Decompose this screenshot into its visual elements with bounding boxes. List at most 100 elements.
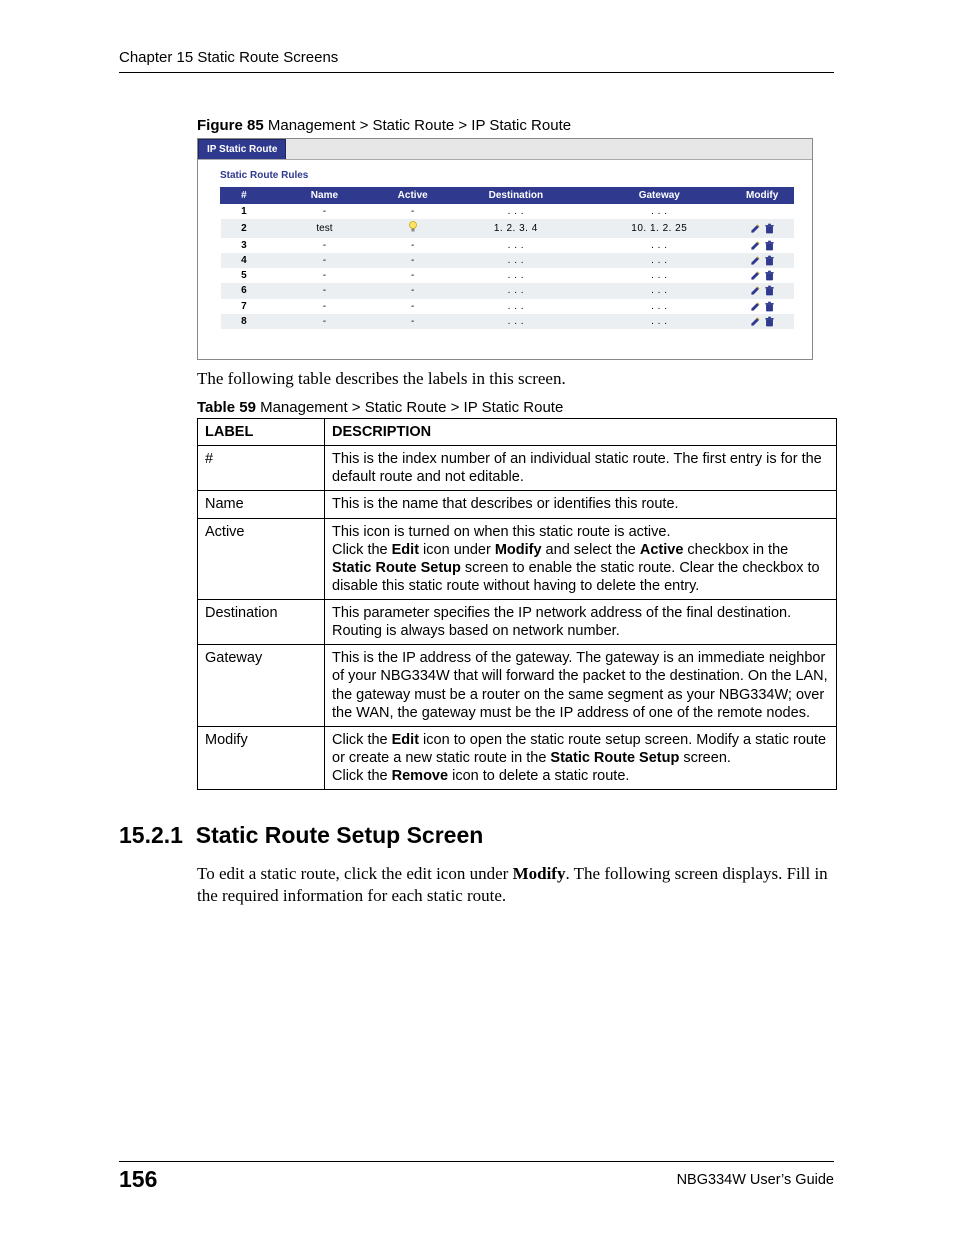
- edit-icon[interactable]: [750, 223, 761, 234]
- section-heading: 15.2.1 Static Route Setup Screen: [119, 822, 834, 849]
- cell-name: -: [267, 268, 381, 283]
- desc-description: This is the index number of an individua…: [325, 446, 837, 491]
- edit-icon[interactable]: [750, 286, 761, 297]
- desc-description: This icon is turned on when this static …: [325, 518, 837, 600]
- cell-modify: [731, 283, 794, 298]
- trash-icon[interactable]: [764, 223, 775, 234]
- guide-name: NBG334W User’s Guide: [677, 1172, 834, 1188]
- cell-gateway: . . .: [588, 268, 731, 283]
- edit-icon[interactable]: [750, 301, 761, 312]
- tab-ip-static-route[interactable]: IP Static Route: [198, 139, 286, 159]
- cell-gateway: . . .: [588, 238, 731, 253]
- cell-modify: [731, 238, 794, 253]
- page-number: 156: [119, 1166, 157, 1193]
- cell-name: -: [267, 204, 381, 220]
- desc-row: ModifyClick the Edit icon to open the st…: [198, 726, 837, 789]
- desc-header-description: DESCRIPTION: [325, 419, 837, 446]
- cell-destination: . . .: [444, 299, 588, 314]
- label-description-table: LABEL DESCRIPTION #This is the index num…: [197, 418, 837, 790]
- cell-active: -: [381, 283, 443, 298]
- trash-icon[interactable]: [764, 286, 775, 297]
- cell-active: -: [381, 204, 443, 220]
- cell-destination: . . .: [444, 253, 588, 268]
- edit-icon[interactable]: [750, 255, 761, 266]
- cell-modify: [731, 314, 794, 329]
- cell-name: -: [267, 314, 381, 329]
- trash-icon[interactable]: [764, 301, 775, 312]
- cell-modify: [731, 219, 794, 238]
- desc-description: This parameter specifies the IP network …: [325, 600, 837, 645]
- edit-icon[interactable]: [750, 270, 761, 281]
- cell-index: 6: [221, 283, 268, 298]
- col-gateway: Gateway: [588, 188, 731, 204]
- cell-index: 4: [221, 253, 268, 268]
- intro-text: The following table describes the labels…: [197, 368, 834, 389]
- cell-index: 7: [221, 299, 268, 314]
- desc-label: Destination: [198, 600, 325, 645]
- desc-label: Name: [198, 491, 325, 518]
- section-para-pre: To edit a static route, click the edit i…: [197, 864, 513, 883]
- cell-name: -: [267, 253, 381, 268]
- table-row: 6--. . .. . .: [221, 283, 794, 298]
- desc-row: ActiveThis icon is turned on when this s…: [198, 518, 837, 600]
- table-label: Table 59: [197, 399, 256, 416]
- cell-destination: . . .: [444, 268, 588, 283]
- running-header: Chapter 15 Static Route Screens: [119, 49, 834, 73]
- cell-active: -: [381, 314, 443, 329]
- desc-label: Modify: [198, 726, 325, 789]
- desc-description: This is the name that describes or ident…: [325, 491, 837, 518]
- col-index: #: [221, 188, 268, 204]
- table-row: 1--. . .. . .: [221, 204, 794, 220]
- edit-icon[interactable]: [750, 240, 761, 251]
- cell-destination: . . .: [444, 238, 588, 253]
- cell-modify: [731, 268, 794, 283]
- desc-label: Active: [198, 518, 325, 600]
- desc-label: #: [198, 446, 325, 491]
- section-number: 15.2.1: [119, 822, 183, 848]
- cell-name: -: [267, 299, 381, 314]
- trash-icon[interactable]: [764, 270, 775, 281]
- cell-destination: . . .: [444, 283, 588, 298]
- figure-label: Figure 85: [197, 117, 264, 134]
- col-destination: Destination: [444, 188, 588, 204]
- cell-gateway: . . .: [588, 314, 731, 329]
- tab-strip: IP Static Route: [198, 139, 812, 160]
- page-footer: 156 NBG334W User’s Guide: [119, 1161, 834, 1193]
- cell-index: 5: [221, 268, 268, 283]
- cell-gateway: 10. 1. 2. 25: [588, 219, 731, 238]
- cell-name: test: [267, 219, 381, 238]
- trash-icon[interactable]: [764, 255, 775, 266]
- cell-gateway: . . .: [588, 253, 731, 268]
- cell-name: -: [267, 238, 381, 253]
- desc-description: Click the Edit icon to open the static r…: [325, 726, 837, 789]
- col-active: Active: [381, 188, 443, 204]
- bulb-icon: [408, 225, 418, 236]
- cell-index: 8: [221, 314, 268, 329]
- table-row: 2test1. 2. 3. 410. 1. 2. 25: [221, 219, 794, 238]
- trash-icon[interactable]: [764, 240, 775, 251]
- cell-gateway: . . .: [588, 204, 731, 220]
- cell-destination: . . .: [444, 204, 588, 220]
- panel-title: Static Route Rules: [220, 170, 794, 181]
- cell-active: -: [381, 238, 443, 253]
- desc-header-label: LABEL: [198, 419, 325, 446]
- cell-modify: [731, 253, 794, 268]
- col-name: Name: [267, 188, 381, 204]
- figure-ip-static-route: IP Static Route Static Route Rules # Nam…: [197, 138, 813, 360]
- desc-description: This is the IP address of the gateway. T…: [325, 645, 837, 727]
- cell-index: 1: [221, 204, 268, 220]
- cell-gateway: . . .: [588, 299, 731, 314]
- table-caption: Table 59 Management > Static Route > IP …: [197, 399, 834, 416]
- section-para-bold: Modify: [513, 864, 566, 883]
- cell-active: [381, 219, 443, 238]
- trash-icon[interactable]: [764, 316, 775, 327]
- table-caption-text: Management > Static Route > IP Static Ro…: [256, 399, 563, 416]
- table-row: 3--. . .. . .: [221, 238, 794, 253]
- col-modify: Modify: [731, 188, 794, 204]
- edit-icon[interactable]: [750, 316, 761, 327]
- static-route-table: # Name Active Destination Gateway Modify…: [220, 187, 794, 329]
- desc-row: DestinationThis parameter specifies the …: [198, 600, 837, 645]
- cell-index: 2: [221, 219, 268, 238]
- desc-row: NameThis is the name that describes or i…: [198, 491, 837, 518]
- cell-modify: [731, 204, 794, 220]
